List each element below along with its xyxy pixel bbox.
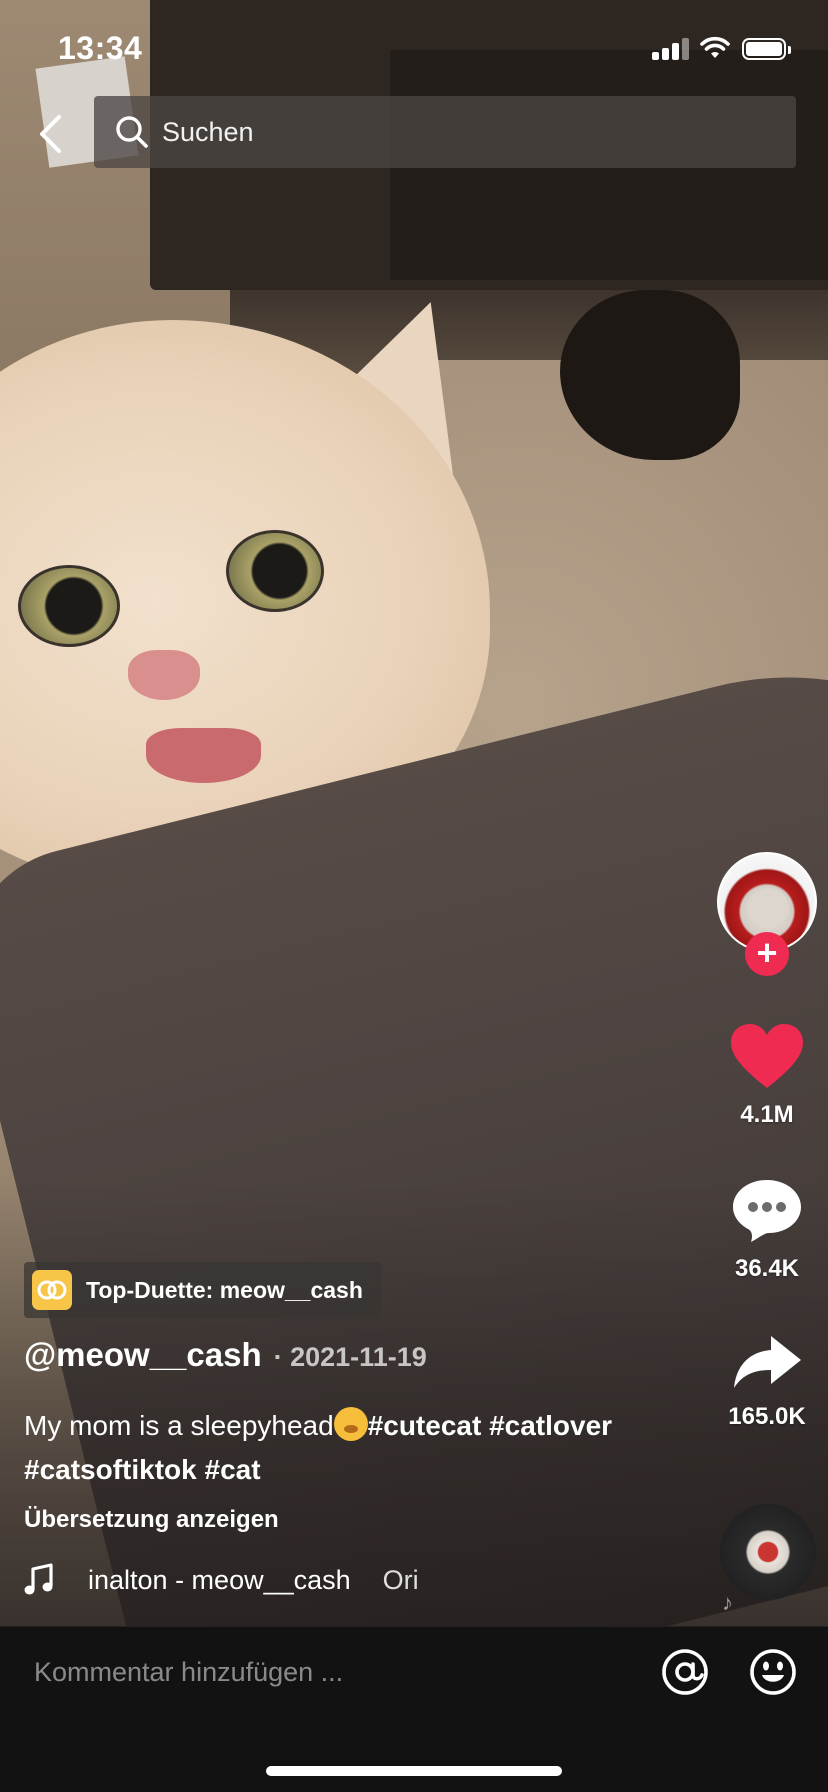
music-disc[interactable] — [720, 1504, 816, 1600]
search-icon — [116, 116, 148, 148]
home-indicator[interactable] — [266, 1766, 562, 1776]
emoji-icon[interactable] — [748, 1647, 798, 1697]
search-placeholder: Suchen — [162, 116, 254, 147]
wifi-icon — [700, 36, 730, 58]
author-line: @meow__cash · 2021-11-19 — [24, 1336, 427, 1374]
tiktok-video-screen: 13:34 Suchen + 4.1M 36.4K 165.0K ♪ Top-D… — [0, 0, 828, 1792]
caption-text: My mom is a sleepyhead — [24, 1410, 334, 1441]
comment-count: 36.4K — [734, 1255, 800, 1282]
status-bar: 13:34 — [0, 0, 828, 100]
caption-hashtags[interactable]: #cutecat #catlover — [368, 1410, 612, 1441]
share-count: 165.0K — [728, 1403, 806, 1430]
show-translation-link[interactable]: Übersetzung anzeigen — [24, 1506, 279, 1534]
top-duets-label: Top-Duette: meow__cash — [86, 1276, 363, 1303]
like-button[interactable]: 4.1M — [710, 1022, 824, 1129]
creator-avatar[interactable]: + — [717, 852, 817, 976]
cat-eye-left — [18, 565, 120, 647]
duet-icon — [32, 1270, 72, 1310]
top-duets-badge[interactable]: Top-Duette: meow__cash — [24, 1262, 381, 1318]
at-icon[interactable] — [660, 1647, 710, 1697]
follow-button[interactable]: + — [745, 932, 789, 976]
music-note-icon — [24, 1563, 53, 1595]
cat-nose — [128, 650, 200, 700]
like-count: 4.1M — [740, 1101, 794, 1128]
post-date: · 2021-11-19 — [273, 1342, 427, 1372]
comment-button[interactable]: 36.4K — [710, 1176, 824, 1283]
back-button[interactable] — [30, 108, 70, 160]
cat-eye-right — [226, 530, 324, 612]
music-ticker[interactable]: inalton - meow__cash Ori — [24, 1560, 429, 1600]
share-button[interactable]: 165.0K — [710, 1332, 824, 1431]
back-icon — [40, 115, 61, 153]
cat-mouth — [146, 728, 261, 783]
music-note-small-icon: ♪ — [722, 1590, 733, 1615]
battery-icon — [742, 38, 791, 60]
signal-icon — [652, 38, 690, 60]
status-time: 13:34 — [58, 30, 143, 66]
comment-input[interactable]: Kommentar hinzufügen ... — [34, 1657, 343, 1688]
post-caption: My mom is a sleepyhead #cutecat #catlover… — [24, 1404, 664, 1492]
music-title: inalton - meow__cash — [88, 1564, 351, 1595]
caption-hashtags-line2[interactable]: #catsoftiktok #cat — [24, 1454, 261, 1485]
video-player[interactable] — [0, 0, 828, 1626]
heart-icon — [731, 1024, 803, 1088]
yawning-face-emoji-icon — [333, 1407, 368, 1441]
music-title-next: Ori — [382, 1564, 419, 1595]
search-input[interactable]: Suchen — [94, 96, 796, 168]
comment-icon — [733, 1180, 801, 1242]
share-icon — [734, 1336, 801, 1388]
author-username[interactable]: @meow__cash — [24, 1336, 262, 1374]
